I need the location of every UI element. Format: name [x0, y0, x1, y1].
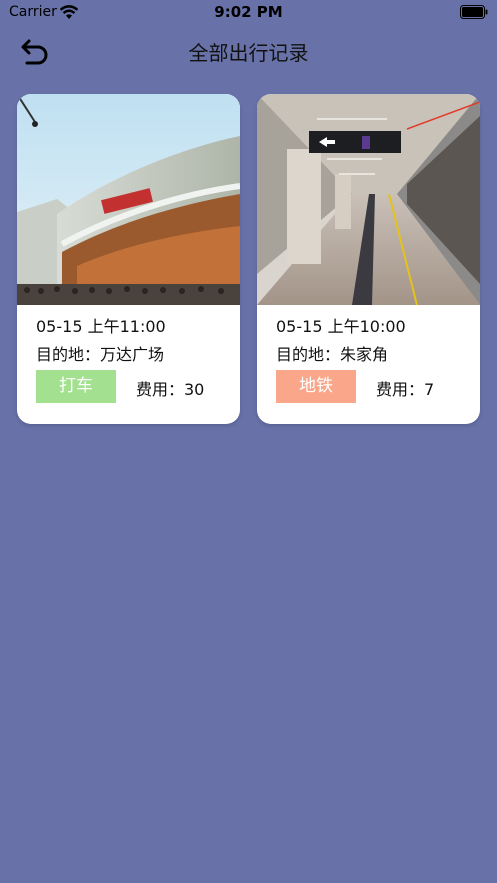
battery-icon [460, 5, 488, 19]
trip-record-card[interactable]: 05-15 上午10:00 目的地：朱家角 地铁 费用：7 [257, 94, 480, 424]
status-time: 9:02 PM [214, 3, 283, 21]
trip-time: 05-15 上午10:00 [276, 317, 406, 336]
metro-station-photo [257, 94, 480, 305]
page-title: 全部出行记录 [188, 41, 309, 65]
status-bar: Carrier 9:02 PM [0, 0, 497, 24]
trip-destination: 目的地：朱家角 [276, 345, 389, 364]
trip-destination: 目的地：万达广场 [36, 345, 165, 364]
trip-cost: 费用：30 [136, 380, 205, 399]
nav-bar: 全部出行记录 [0, 24, 497, 80]
transport-mode-badge: 地铁 [276, 370, 356, 403]
trip-time: 05-15 上午11:00 [36, 317, 166, 336]
trip-cost: 费用：7 [376, 380, 435, 399]
transport-mode-badge: 打车 [36, 370, 116, 403]
trip-record-card[interactable]: 05-15 上午11:00 目的地：万达广场 打车 费用：30 [17, 94, 240, 424]
wanda-plaza-photo [17, 94, 240, 305]
